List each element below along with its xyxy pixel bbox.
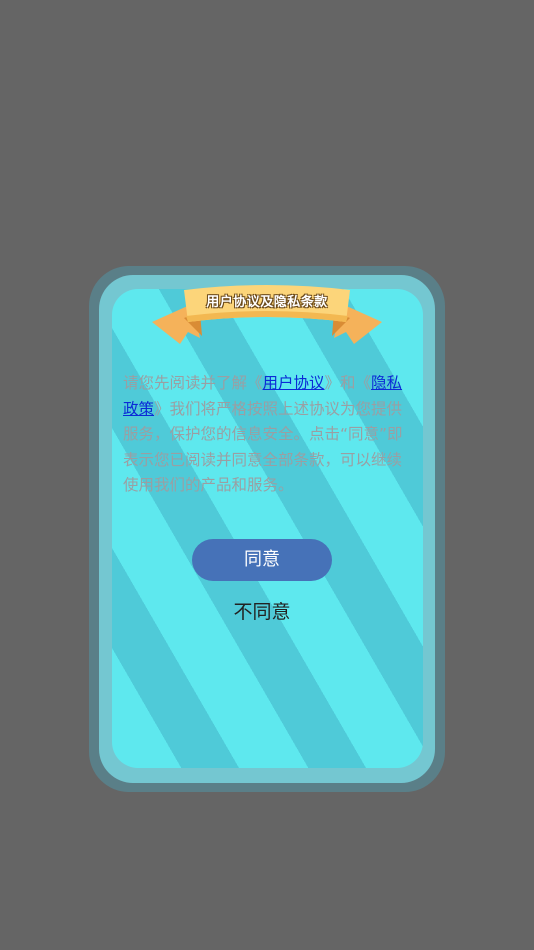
disagree-button[interactable]: 不同意 <box>192 596 332 628</box>
policy-message: 请您先阅读并了解《用户协议》和《隐私政策》我们将严格按照上述协议为您提供服务，保… <box>123 371 405 499</box>
dialog-striped-panel <box>112 289 423 768</box>
agree-button[interactable]: 同意 <box>192 539 332 581</box>
ribbon-icon <box>152 285 382 344</box>
dialog-title: 用户协议及隐私条款 <box>206 295 328 310</box>
policy-text-part: 》和《 <box>324 374 372 392</box>
ribbon-banner: 用户协议及隐私条款 <box>150 278 384 350</box>
user-agreement-link[interactable]: 用户协议 <box>263 374 325 392</box>
policy-text-part: 请您先阅读并了解《 <box>123 374 263 392</box>
policy-text-part: 》我们将严格按照上述协议为您提供服务，保护您的信息安全。点击“同意”即表示您已阅… <box>123 399 403 495</box>
